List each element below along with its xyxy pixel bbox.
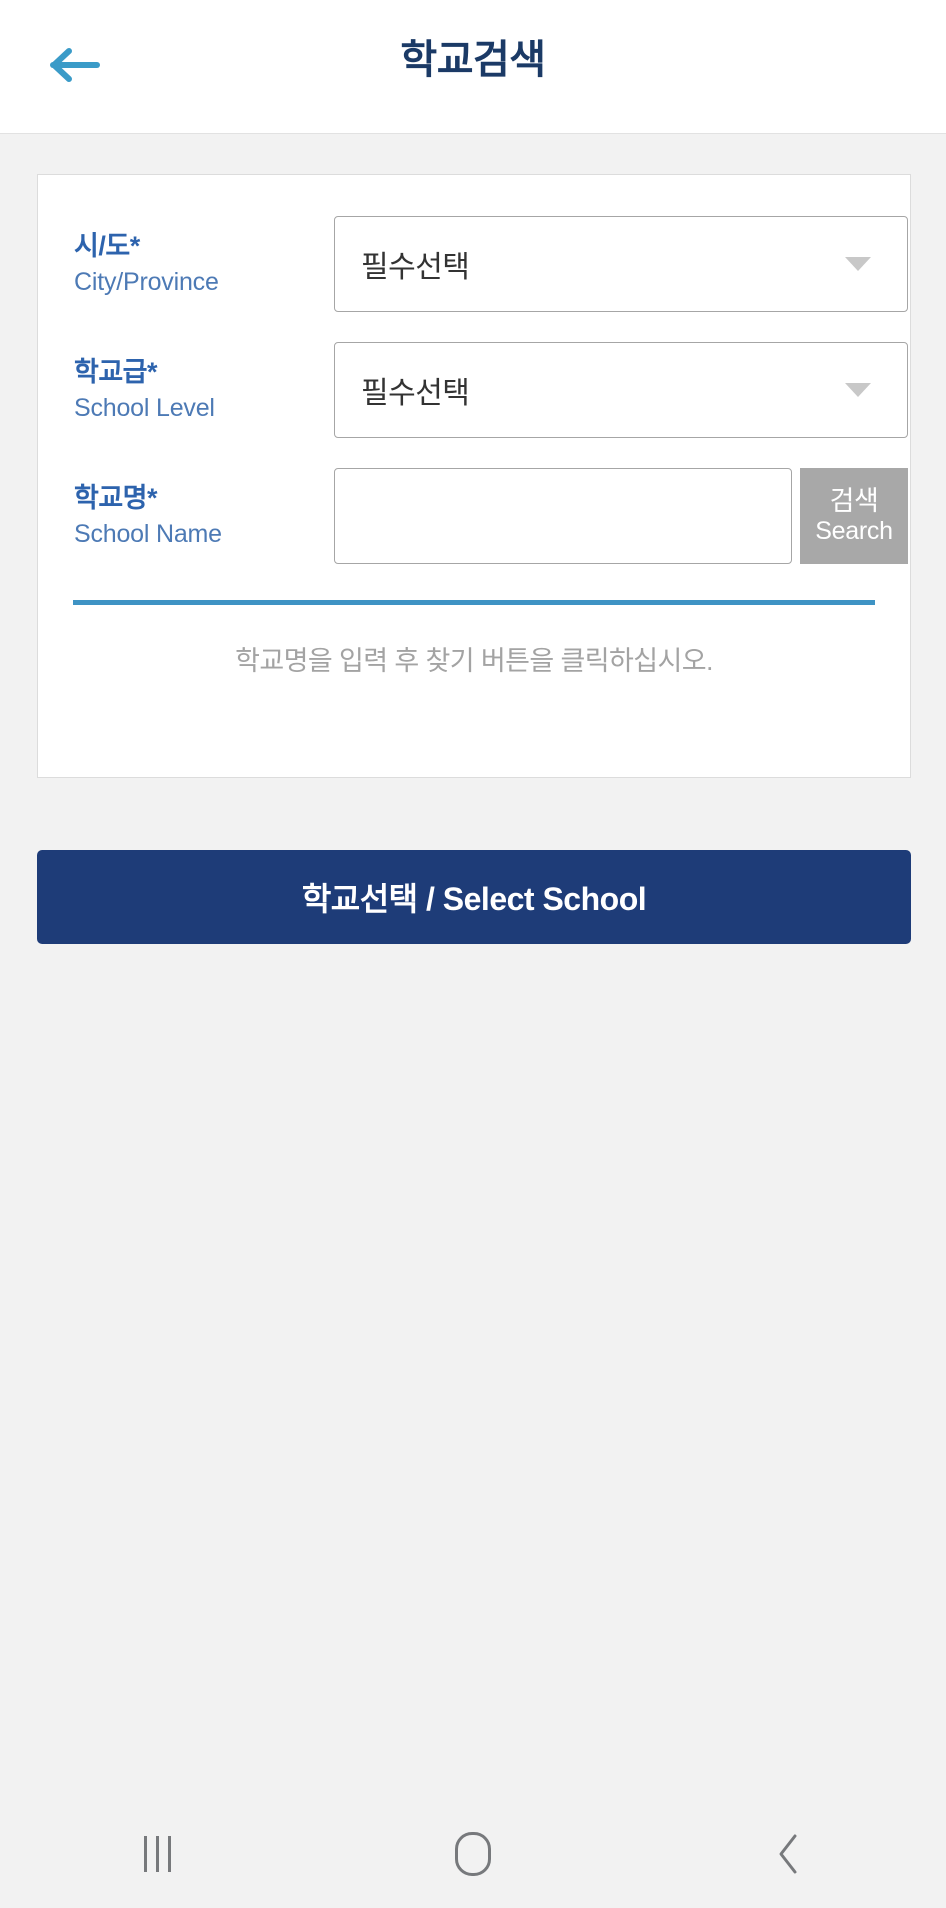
form-row-school-name: 학교명* School Name 검색 Search bbox=[38, 464, 910, 568]
nav-home-button[interactable] bbox=[315, 1800, 630, 1908]
school-search-card: 시/도* City/Province 필수선택 학교급* School Leve… bbox=[37, 174, 911, 778]
form-row-city-province: 시/도* City/Province 필수선택 bbox=[38, 212, 910, 316]
chevron-down-icon bbox=[845, 383, 871, 397]
page-title: 학교검색 bbox=[400, 38, 546, 82]
label-city-province-en: City/Province bbox=[74, 267, 219, 296]
select-school-level-value: 필수선택 bbox=[361, 377, 470, 410]
android-navigation-bar bbox=[0, 1800, 946, 1908]
search-button[interactable]: 검색 Search bbox=[800, 468, 908, 564]
search-hint-text: 학교명을 입력 후 찾기 버튼을 클릭하십시오. bbox=[235, 646, 713, 676]
label-city-province-ko: 시/도* bbox=[74, 231, 141, 261]
form-rows: 시/도* City/Province 필수선택 학교급* School Leve… bbox=[38, 212, 910, 568]
label-school-level-en: School Level bbox=[74, 393, 215, 422]
select-school-level[interactable]: 필수선택 bbox=[334, 342, 908, 438]
label-school-name-en: School Name bbox=[74, 519, 222, 548]
label-school-level: 학교급* School Level bbox=[74, 356, 334, 424]
required-marker: * bbox=[147, 483, 158, 513]
chevron-left-icon bbox=[775, 1832, 801, 1876]
required-marker: * bbox=[147, 357, 158, 387]
nav-back-button[interactable] bbox=[631, 1800, 946, 1908]
search-button-label-en: Search bbox=[815, 517, 893, 546]
recents-icon bbox=[144, 1836, 172, 1872]
school-name-input-group: 검색 Search bbox=[334, 468, 908, 564]
section-divider bbox=[73, 600, 875, 605]
school-name-input[interactable] bbox=[334, 468, 792, 564]
app-header: 학교검색 bbox=[0, 0, 946, 134]
select-city-province-value: 필수선택 bbox=[361, 251, 470, 284]
chevron-down-icon bbox=[845, 257, 871, 271]
label-school-level-ko: 학교급* bbox=[74, 357, 158, 387]
select-school-button[interactable]: 학교선택 / Select School bbox=[37, 850, 911, 944]
label-school-name-ko: 학교명* bbox=[74, 483, 158, 513]
label-school-name: 학교명* School Name bbox=[74, 482, 334, 550]
label-city-province: 시/도* City/Province bbox=[74, 230, 334, 298]
search-button-label-ko: 검색 bbox=[829, 486, 879, 517]
required-marker: * bbox=[129, 231, 141, 261]
nav-recents-button[interactable] bbox=[0, 1800, 315, 1908]
form-row-school-level: 학교급* School Level 필수선택 bbox=[38, 338, 910, 442]
select-city-province[interactable]: 필수선택 bbox=[334, 216, 908, 312]
home-icon bbox=[454, 1832, 491, 1876]
